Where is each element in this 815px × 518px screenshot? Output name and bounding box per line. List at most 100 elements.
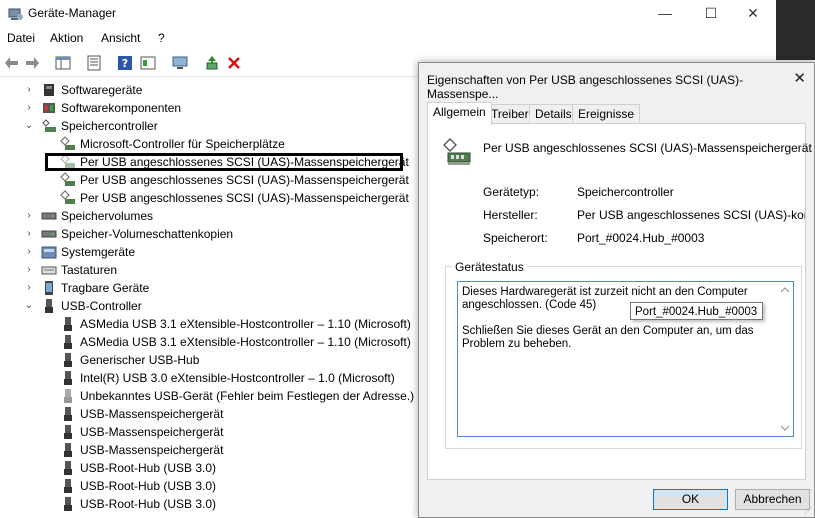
help-icon[interactable]: ? (117, 55, 133, 71)
tree-category[interactable]: › Speicher-Volumeschattenkopien (0, 225, 420, 243)
svg-text:?: ? (122, 57, 128, 70)
resize-grip-icon[interactable]: ⋰ (804, 506, 812, 515)
tree-device-item[interactable]: USB-Root-Hub (USB 3.0) (0, 477, 420, 495)
tree-device-item-label: ASMedia USB 3.1 eXtensible-Hostcontrolle… (80, 317, 411, 331)
usb-device-icon (64, 353, 72, 367)
window-title: Geräte-Manager (28, 6, 117, 20)
tree-device-item[interactable]: USB-Massenspeichergerät (0, 441, 420, 459)
tab-ereignisse[interactable]: Ereignisse (572, 104, 641, 124)
ok-button[interactable]: OK (653, 489, 728, 510)
tree-device-item[interactable]: ASMedia USB 3.1 eXtensible-Hostcontrolle… (0, 315, 420, 333)
chevron-right-icon[interactable]: › (24, 81, 34, 99)
tab-allgemein[interactable]: Allgemein (427, 102, 492, 125)
tree-category-label: Speichercontroller (61, 119, 158, 133)
chevron-right-icon[interactable]: › (24, 261, 34, 279)
menu-bar: Datei Aktion Ansicht ? (0, 28, 776, 48)
tree-device-item[interactable]: Generischer USB-Hub (0, 351, 420, 369)
location-tooltip: Port_#0024.Hub_#0003 (630, 302, 763, 320)
drive-icon (41, 230, 57, 238)
tree-category[interactable]: › Systemgeräte (0, 243, 420, 261)
properties-dialog: Eigenschaften von Per USB angeschlossene… (418, 62, 815, 518)
menu-ansicht[interactable]: Ansicht (101, 31, 140, 45)
device-type-label: Gerätetyp: (483, 185, 540, 199)
tree-device-item[interactable]: Per USB angeschlossenes SCSI (UAS)-Masse… (0, 171, 420, 189)
menu-datei[interactable]: Datei (7, 31, 35, 45)
tree-category-label: Systemgeräte (61, 245, 136, 259)
maximize-button[interactable]: ☐ (688, 0, 734, 28)
chevron-right-icon[interactable]: › (24, 279, 34, 297)
chevron-right-icon[interactable]: › (24, 207, 34, 225)
device-type-value: Speichercontroller (577, 185, 674, 199)
tree-category-label: Speichervolumes (61, 209, 154, 223)
chevron-right-icon[interactable]: › (24, 225, 34, 243)
device-manager-icon (8, 8, 23, 20)
manufacturer-value: Per USB angeschlossenes SCSI (UAS)-kompa (577, 208, 805, 222)
tree-device-item[interactable]: USB-Massenspeichergerät (0, 423, 420, 441)
storage-device-icon (60, 172, 75, 186)
usb-device-icon (64, 371, 72, 385)
background-window-edge (776, 0, 815, 60)
chevron-down-icon[interactable]: ⌄ (24, 117, 34, 135)
minimize-button[interactable]: — (642, 0, 688, 28)
forward-arrow-icon[interactable] (24, 55, 40, 71)
chevron-right-icon[interactable]: › (24, 243, 34, 261)
dialog-title: Eigenschaften von Per USB angeschlossene… (427, 73, 744, 101)
tab-treiber[interactable]: Treiber (485, 104, 535, 124)
tree-category[interactable]: › Tastaturen (0, 261, 420, 279)
tree-category[interactable]: ⌄ Speichercontroller (0, 117, 420, 135)
tree-device-item-label: USB-Root-Hub (USB 3.0) (80, 479, 217, 493)
location-value: Port_#0024.Hub_#0003 (577, 231, 705, 245)
tree-category[interactable]: › Softwaregeräte (0, 81, 420, 99)
show-hide-tree-icon[interactable] (55, 55, 71, 71)
tree-device-item[interactable]: ASMedia USB 3.1 eXtensible-Hostcontrolle… (0, 333, 420, 351)
tree-device-item[interactable]: Microsoft-Controller für Speicherplätze (0, 135, 420, 153)
tree-device-item-label: USB-Root-Hub (USB 3.0) (80, 461, 217, 475)
tree-device-item[interactable]: Intel(R) USB 3.0 eXtensible-Hostcontroll… (0, 369, 420, 387)
tree-category[interactable]: ⌄ USB-Controller (0, 297, 420, 315)
tree-device-item[interactable]: Unbekanntes USB-Gerät (Fehler beim Festl… (0, 387, 420, 405)
tree-device-item-label: Per USB angeschlossenes SCSI (UAS)-Masse… (80, 191, 409, 205)
tree-device-item-label: USB-Massenspeichergerät (80, 425, 224, 439)
portable-icon (45, 281, 53, 295)
keyboard-icon (41, 266, 57, 275)
tree-device-item[interactable]: USB-Massenspeichergerät (0, 405, 420, 423)
tree-category-label: Softwarekomponenten (61, 101, 182, 115)
tree-device-item-label: Per USB angeschlossenes SCSI (UAS)-Masse… (80, 173, 409, 187)
usb-device-icon (64, 461, 72, 475)
chevron-down-icon[interactable]: ⌄ (24, 297, 34, 315)
properties-icon[interactable] (86, 55, 102, 71)
cancel-button[interactable]: Abbrechen (735, 489, 810, 510)
tree-device-item-label: Generischer USB-Hub (80, 353, 200, 367)
component-icon (43, 103, 55, 113)
uninstall-device-icon[interactable] (226, 55, 242, 71)
usb-icon (45, 299, 53, 313)
tree-category-label: USB-Controller (61, 299, 142, 313)
usb-device-icon (64, 479, 72, 493)
update-driver-icon[interactable] (204, 55, 220, 71)
tree-device-item[interactable]: USB-Root-Hub (USB 3.0) (0, 459, 420, 477)
dialog-close-button[interactable]: ✕ (793, 69, 806, 87)
tree-device-item-label: ASMedia USB 3.1 eXtensible-Hostcontrolle… (80, 335, 411, 349)
scan-hardware-icon[interactable] (172, 55, 188, 71)
usb-device-icon (64, 335, 72, 349)
menu-aktion[interactable]: Aktion (50, 31, 83, 45)
folder-icon (41, 246, 57, 259)
chevron-right-icon[interactable]: › (24, 99, 34, 117)
back-arrow-icon[interactable] (4, 55, 20, 71)
menu-help[interactable]: ? (158, 31, 165, 45)
tree-category[interactable]: › Softwarekomponenten (0, 99, 420, 117)
tree-category[interactable]: › Speichervolumes (0, 207, 420, 225)
tree-device-item-label: Intel(R) USB 3.0 eXtensible-Hostcontroll… (80, 371, 395, 385)
tree-device-item-label: USB-Root-Hub (USB 3.0) (80, 497, 217, 511)
tree-device-item[interactable]: USB-Root-Hub (USB 3.0) (0, 495, 420, 513)
title-bar[interactable]: Geräte-Manager — ☐ ✕ (0, 0, 776, 28)
status-scrollbar[interactable] (777, 282, 793, 436)
tab-details[interactable]: Details (529, 104, 578, 124)
status-line-2: Schließen Sie dieses Gerät an den Comput… (462, 325, 754, 350)
usb-storage-device-icon (443, 138, 471, 165)
action-pane-icon[interactable] (140, 55, 156, 71)
tree-device-item[interactable]: Per USB angeschlossenes SCSI (UAS)-Masse… (0, 189, 420, 207)
close-button[interactable]: ✕ (730, 0, 776, 28)
tree-category[interactable]: › Tragbare Geräte (0, 279, 420, 297)
usb-device-icon (64, 317, 72, 331)
